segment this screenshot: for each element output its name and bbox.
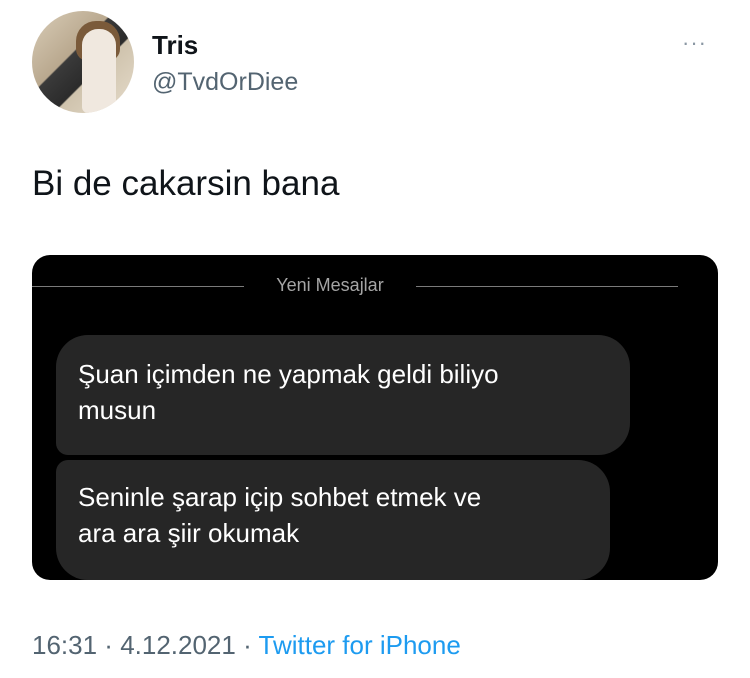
tweet-meta: 16:31 · 4.12.2021 · Twitter for iPhone (32, 630, 461, 661)
tweet-source-link[interactable]: Twitter for iPhone (259, 630, 461, 660)
message-line: Seninle şarap içip sohbet etmek ve (78, 482, 482, 512)
divider-right (416, 286, 678, 287)
message-line: ara ara şiir okumak (78, 518, 300, 548)
tweet-date[interactable]: 4.12.2021 (120, 630, 236, 660)
more-options-icon[interactable]: ··· (682, 30, 707, 56)
meta-separator: · (97, 630, 121, 660)
message-line: musun (78, 395, 157, 425)
avatar[interactable] (32, 11, 134, 113)
message-bubble: Seninle şarap içip sohbet etmek ve ara a… (56, 460, 610, 580)
tweet-time[interactable]: 16:31 (32, 630, 97, 660)
tweet-media-image[interactable]: Yeni Mesajlar Şuan içimden ne yapmak gel… (32, 255, 718, 580)
meta-separator: · (235, 630, 259, 660)
divider-left (32, 286, 244, 287)
message-bubble: Şuan içimden ne yapmak geldi biliyo musu… (56, 335, 630, 455)
author-name[interactable]: Tris (152, 30, 198, 61)
avatar-figure (82, 29, 116, 113)
author-handle[interactable]: @TvdOrDiee (152, 68, 298, 97)
tweet-text: Bi de cakarsin bana (32, 164, 340, 203)
new-messages-label: Yeni Mesajlar (276, 275, 384, 295)
message-line: Şuan içimden ne yapmak geldi biliyo (78, 359, 499, 389)
